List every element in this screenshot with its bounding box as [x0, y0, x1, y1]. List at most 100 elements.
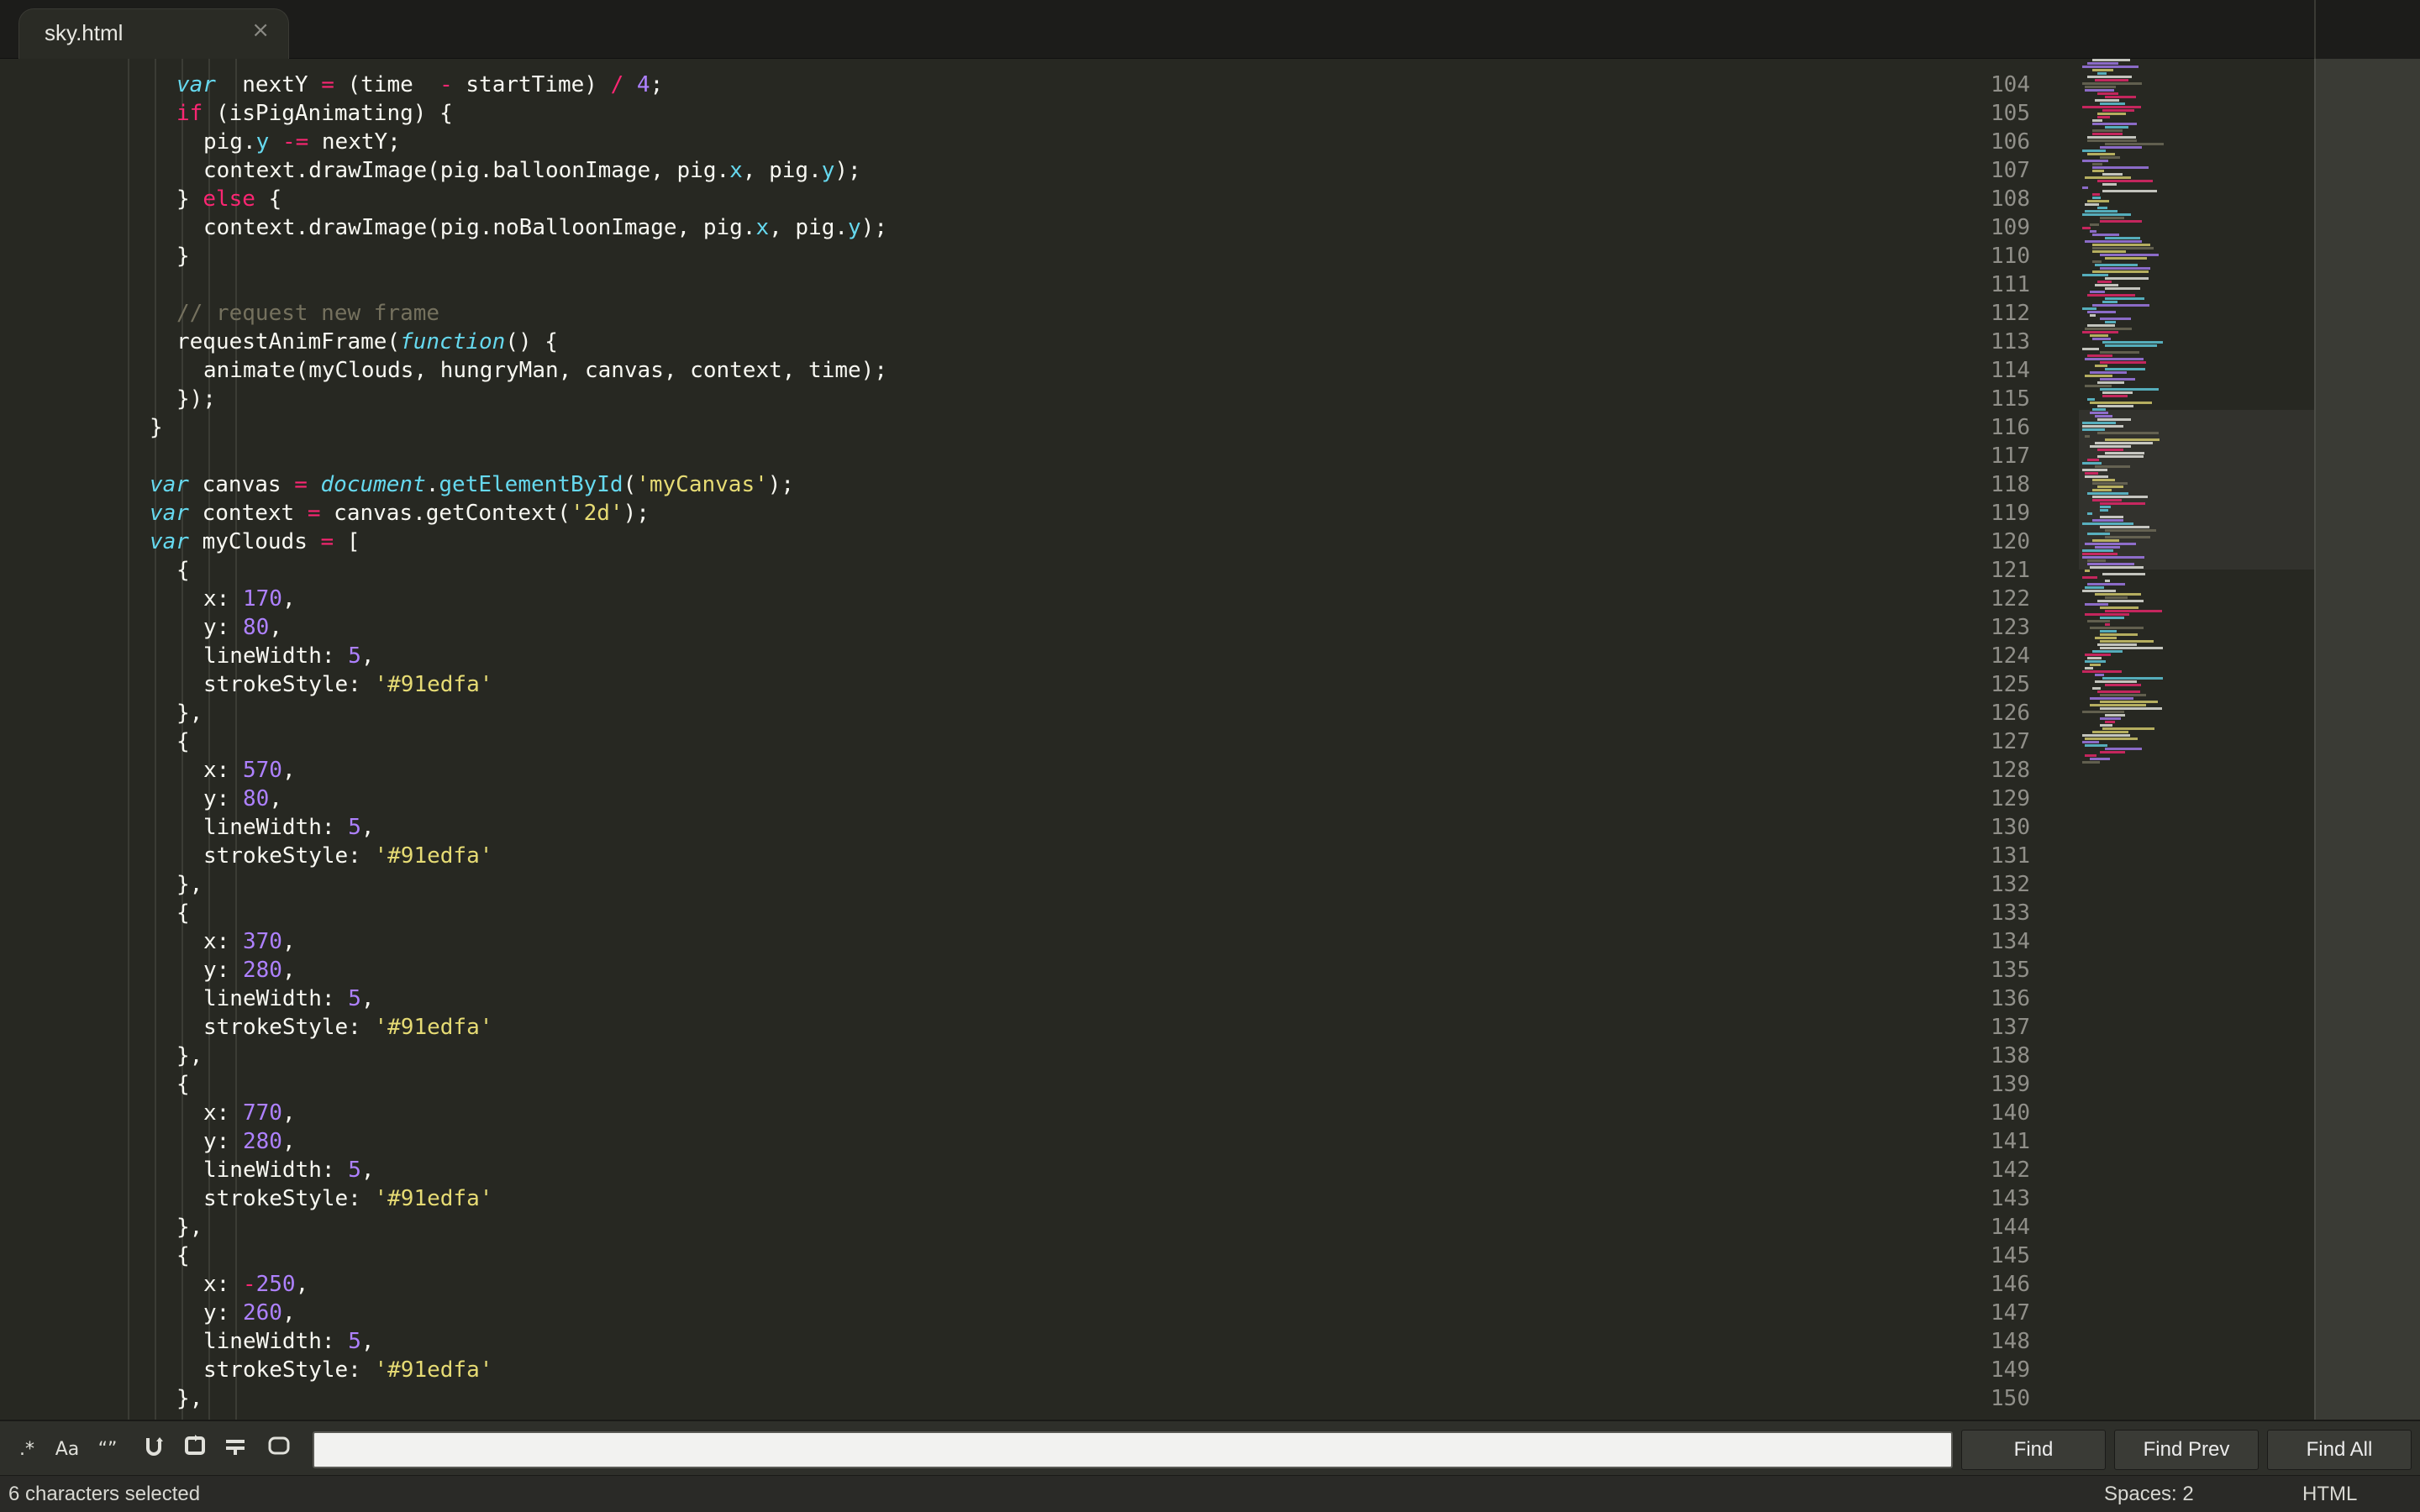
code-line[interactable]: 142 lineWidth: 5,	[0, 1156, 2059, 1184]
code-line[interactable]: 107 context.drawImage(pig.balloonImage, p…	[0, 156, 2059, 185]
find-all-button[interactable]: Find All	[2267, 1430, 2412, 1470]
code-line[interactable]: 137 strokeStyle: '#91edfa'	[0, 1013, 2059, 1042]
syntax-status[interactable]: HTML	[2302, 1483, 2357, 1506]
code-line[interactable]: 147 y: 260,	[0, 1299, 2059, 1327]
code-text: strokeStyle: '#91edfa'	[203, 1184, 492, 1213]
code-line[interactable]: 118 var canvas = document.getElementById(…	[0, 470, 2059, 499]
code-line[interactable]: 128 x: 570,	[0, 756, 2059, 785]
code-text: strokeStyle: '#91edfa'	[203, 842, 492, 870]
code-line[interactable]: 149 strokeStyle: '#91edfa'	[0, 1356, 2059, 1384]
code-line[interactable]: 113 requestAnimFrame(function() {	[0, 328, 2059, 356]
code-line[interactable]: 108} else {	[0, 185, 2059, 213]
minimap-line	[2090, 566, 2144, 569]
minimap-line	[2100, 506, 2111, 508]
code-line[interactable]: 138},	[0, 1042, 2059, 1070]
code-token: '#91edfa'	[374, 843, 493, 869]
code-text: },	[176, 870, 203, 899]
toggle-icon[interactable]	[262, 1433, 296, 1467]
wrap-icon[interactable]	[138, 1433, 171, 1467]
code-token: ,	[360, 815, 375, 840]
find-panel: .* Aa “” Find Find Prev Find All	[0, 1420, 2420, 1475]
code-line[interactable]: 115});	[0, 385, 2059, 413]
code-line[interactable]: 134 x: 370,	[0, 927, 2059, 956]
code-line[interactable]: 146 x: -250,	[0, 1270, 2059, 1299]
minimap-line	[2082, 106, 2141, 108]
code-line[interactable]: 117	[0, 442, 2059, 470]
line-number: 149	[1991, 1357, 2030, 1383]
code-line[interactable]: 122 x: 170,	[0, 585, 2059, 613]
code-token: {	[176, 558, 190, 583]
code-line[interactable]: 140 x: 770,	[0, 1099, 2059, 1127]
highlight-matches-icon[interactable]	[218, 1433, 252, 1467]
code-line[interactable]: 121 {	[0, 556, 2059, 585]
code-line[interactable]: 111	[0, 270, 2059, 299]
code-line[interactable]: 136 lineWidth: 5,	[0, 984, 2059, 1013]
indentation-status[interactable]: Spaces: 2	[2104, 1483, 2194, 1506]
code-token: );	[834, 158, 861, 183]
close-icon[interactable]: ×	[251, 19, 270, 41]
code-line[interactable]: 120 var myClouds = [	[0, 528, 2059, 556]
regex-icon[interactable]: .*	[10, 1433, 44, 1467]
code-token: 5	[348, 643, 361, 669]
code-line[interactable]: 127 {	[0, 727, 2059, 756]
minimap-line	[2100, 694, 2146, 696]
code-line[interactable]: 133 {	[0, 899, 2059, 927]
code-line[interactable]: 109 context.drawImage(pig.noBalloonImage,…	[0, 213, 2059, 242]
code-token: (	[623, 472, 637, 497]
code-line[interactable]: 141 y: 280,	[0, 1127, 2059, 1156]
code-line[interactable]: 130 lineWidth: 5,	[0, 813, 2059, 842]
minimap-line	[2105, 277, 2149, 280]
code-line[interactable]: 123 y: 80,	[0, 613, 2059, 642]
code-line[interactable]: 112 // request new frame	[0, 299, 2059, 328]
code-line[interactable]: 144},	[0, 1213, 2059, 1242]
minimap-line	[2087, 512, 2092, 515]
minimap-line	[2095, 637, 2117, 639]
code-editor[interactable]: 104 var nextY = (time - startTime) / 4; 10…	[0, 59, 2314, 1420]
code-token: ,	[281, 758, 296, 783]
code-line[interactable]: 131 strokeStyle: '#91edfa'	[0, 842, 2059, 870]
code-line[interactable]: 104 var nextY = (time - startTime) / 4;	[0, 71, 2059, 99]
code-line[interactable]: 148 lineWidth: 5,	[0, 1327, 2059, 1356]
find-button[interactable]: Find	[1961, 1430, 2106, 1470]
code-line[interactable]: 106 pig.y -= nextY;	[0, 128, 2059, 156]
code-token: requestAnimFrame(	[176, 329, 401, 354]
minimap-line	[2090, 402, 2152, 404]
minimap-line	[2102, 173, 2123, 176]
code-line[interactable]: 150},	[0, 1384, 2059, 1413]
code-text: var nextY = (time - startTime) / 4;	[176, 71, 663, 99]
code-line[interactable]: 119 var context = canvas.getContext('2d')…	[0, 499, 2059, 528]
vertical-scrollbar[interactable]	[2314, 59, 2420, 1420]
code-line[interactable]: 129 y: 80,	[0, 785, 2059, 813]
find-input[interactable]	[313, 1431, 1953, 1468]
code-token: );	[767, 472, 795, 497]
code-line[interactable]: 116}	[0, 413, 2059, 442]
minimap-line	[2102, 109, 2134, 112]
code-line[interactable]: 114 animate(myClouds, hungryMan, canvas, …	[0, 356, 2059, 385]
in-selection-icon[interactable]	[178, 1433, 212, 1467]
code-token: {	[176, 1072, 190, 1097]
find-prev-button[interactable]: Find Prev	[2114, 1430, 2259, 1470]
minimap-line	[2105, 596, 2128, 599]
case-sensitive-icon[interactable]: Aa	[50, 1433, 84, 1467]
code-line[interactable]: 139 {	[0, 1070, 2059, 1099]
code-token: y	[821, 158, 835, 183]
code-line[interactable]: 124 lineWidth: 5,	[0, 642, 2059, 670]
code-token: ,	[360, 643, 375, 669]
line-number: 114	[1991, 358, 2030, 383]
tab-sky-html[interactable]: sky.html ×	[18, 8, 289, 59]
code-line[interactable]: 135 y: 280,	[0, 956, 2059, 984]
code-line[interactable]: 126},	[0, 699, 2059, 727]
whole-word-icon[interactable]: “”	[91, 1433, 124, 1467]
code-line[interactable]: 145 {	[0, 1242, 2059, 1270]
minimap-line	[2090, 704, 2146, 706]
code-line[interactable]: 132},	[0, 870, 2059, 899]
code-token: [	[334, 529, 360, 554]
code-line[interactable]: 110}	[0, 242, 2059, 270]
minimap-line	[2102, 190, 2157, 192]
minimap[interactable]	[2079, 59, 2314, 781]
code-line[interactable]: 125 strokeStyle: '#91edfa'	[0, 670, 2059, 699]
line-number: 132	[1991, 872, 2030, 897]
code-line[interactable]: 143 strokeStyle: '#91edfa'	[0, 1184, 2059, 1213]
minimap-line	[2100, 606, 2139, 609]
code-line[interactable]: 105 if (isPigAnimating) {	[0, 99, 2059, 128]
